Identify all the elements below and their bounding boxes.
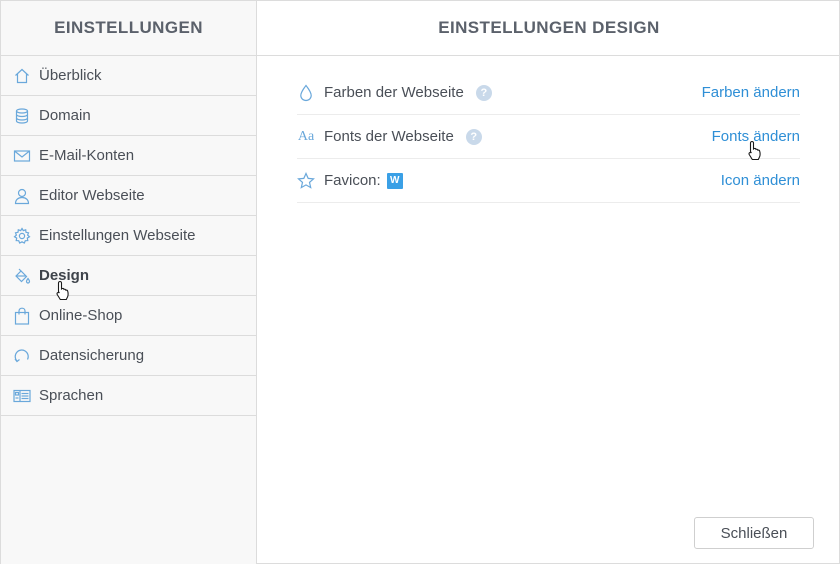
sidebar-item-label: E-Mail-Konten bbox=[39, 147, 135, 164]
setting-row-fonts: Aa Fonts der Webseite ? Fonts ändern bbox=[297, 115, 800, 159]
hand-cursor-icon bbox=[56, 280, 69, 301]
main-panel: EINSTELLUNGEN DESIGN Farben der Webseite… bbox=[257, 1, 840, 564]
sidebar-item-email[interactable]: E-Mail-Konten bbox=[1, 136, 256, 176]
drop-icon bbox=[297, 84, 315, 102]
sidebar-item-label: Datensicherung bbox=[39, 347, 145, 364]
font-icon: Aa bbox=[297, 128, 315, 144]
sidebar-item-label: Editor Webseite bbox=[39, 187, 145, 204]
database-icon bbox=[13, 107, 31, 125]
sidebar-item-label: Online-Shop bbox=[39, 307, 123, 324]
star-icon bbox=[297, 171, 315, 190]
sidebar-item-ueberblick[interactable]: Überblick bbox=[1, 56, 256, 96]
close-button[interactable]: Schließen bbox=[694, 517, 814, 549]
gear-icon bbox=[13, 226, 31, 245]
sidebar-item-label: Domain bbox=[39, 107, 91, 124]
help-icon[interactable]: ? bbox=[475, 84, 492, 101]
setting-label: Favicon: bbox=[324, 172, 381, 189]
sidebar-item-domain[interactable]: Domain bbox=[1, 96, 256, 136]
setting-label: Fonts der Webseite bbox=[324, 128, 454, 145]
hand-cursor-icon bbox=[748, 140, 761, 161]
help-icon[interactable]: ? bbox=[465, 128, 482, 145]
backup-icon bbox=[13, 347, 31, 365]
user-icon bbox=[13, 187, 31, 205]
sidebar-item-editor[interactable]: Editor Webseite bbox=[1, 176, 256, 216]
sidebar-item-design[interactable]: Design bbox=[1, 256, 256, 296]
sidebar-item-label: Überblick bbox=[39, 67, 102, 84]
change-colors-link[interactable]: Farben ändern bbox=[702, 84, 800, 101]
sidebar-item-label: Sprachen bbox=[39, 387, 104, 404]
shopping-bag-icon bbox=[13, 307, 31, 325]
sidebar-item-label: Einstellungen Webseite bbox=[39, 227, 196, 244]
setting-label: Farben der Webseite bbox=[324, 84, 464, 101]
change-icon-link[interactable]: Icon ändern bbox=[721, 172, 800, 189]
sidebar-item-einstellungen[interactable]: Einstellungen Webseite bbox=[1, 216, 256, 256]
sidebar-title: EINSTELLUNGEN bbox=[1, 1, 256, 56]
settings-dialog: EINSTELLUNGEN Überblick Domain E-Mail-Ko… bbox=[0, 0, 840, 564]
languages-icon bbox=[13, 387, 31, 405]
setting-row-favicon: Favicon: W Icon ändern bbox=[297, 159, 800, 203]
sidebar: EINSTELLUNGEN Überblick Domain E-Mail-Ko… bbox=[1, 1, 257, 564]
sidebar-item-online-shop[interactable]: Online-Shop bbox=[1, 296, 256, 336]
setting-row-colors: Farben der Webseite ? Farben ändern bbox=[297, 71, 800, 115]
favicon-preview: W bbox=[386, 172, 403, 189]
envelope-icon bbox=[13, 147, 31, 165]
home-icon bbox=[13, 67, 31, 85]
design-settings-list: Farben der Webseite ? Farben ändern Aa F… bbox=[297, 71, 800, 203]
page-title: EINSTELLUNGEN DESIGN bbox=[257, 1, 840, 56]
sidebar-item-datensicherung[interactable]: Datensicherung bbox=[1, 336, 256, 376]
paint-bucket-icon bbox=[13, 267, 31, 285]
sidebar-item-sprachen[interactable]: Sprachen bbox=[1, 376, 256, 416]
